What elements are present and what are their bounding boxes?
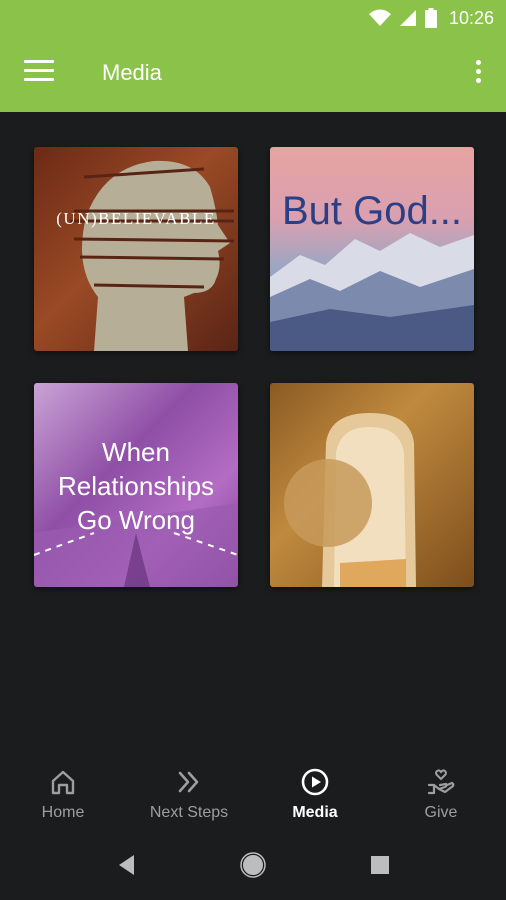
home-button-icon[interactable] [240, 852, 266, 878]
status-icons: 10:26 [368, 6, 494, 30]
play-circle-icon [301, 768, 329, 796]
status-time: 10:26 [448, 7, 494, 28]
back-icon[interactable] [116, 852, 138, 878]
nav-label: Media [292, 804, 338, 821]
media-tile-when-relationships-go-wrong[interactable]: When Relationships Go Wrong [34, 383, 238, 587]
status-bar: 10:26 [0, 0, 506, 36]
nav-item-home[interactable]: Home [0, 752, 126, 832]
nav-item-next-steps[interactable]: Next Steps [126, 752, 252, 832]
mountains-artwork [270, 233, 474, 351]
tile-title: When Relationships Go Wrong [57, 437, 215, 535]
nav-label: Home [41, 804, 85, 821]
battery-icon [424, 8, 437, 28]
more-options-icon[interactable] [474, 60, 482, 88]
nav-label: Next Steps [149, 804, 229, 821]
nav-item-media[interactable]: Media [252, 752, 378, 832]
page-title: Media [102, 60, 162, 85]
home-icon [51, 770, 75, 795]
tile-title: (UN)BELIEVABLE [56, 209, 216, 228]
hand-heart-icon [427, 769, 455, 795]
wifi-icon [368, 9, 391, 26]
double-chevron-icon [178, 771, 199, 793]
signal-icon [399, 10, 416, 26]
menu-icon[interactable] [24, 60, 54, 88]
tomb-artwork [284, 413, 416, 587]
media-tile-unbelievable[interactable]: (UN)BELIEVABLE [34, 147, 238, 351]
tile-title: But God... [281, 189, 463, 233]
bottom-nav: Home Next Steps Media Give [0, 752, 506, 832]
recents-icon[interactable] [370, 852, 390, 878]
app-bar: Media [0, 36, 506, 112]
media-tile-but-god[interactable]: But God... [270, 147, 474, 351]
system-nav-bar [0, 832, 506, 900]
nav-label: Give [424, 804, 458, 821]
nav-item-give[interactable]: Give [378, 752, 504, 832]
head-silhouette-artwork [70, 160, 235, 351]
media-tile-empty-tomb[interactable] [270, 383, 474, 587]
